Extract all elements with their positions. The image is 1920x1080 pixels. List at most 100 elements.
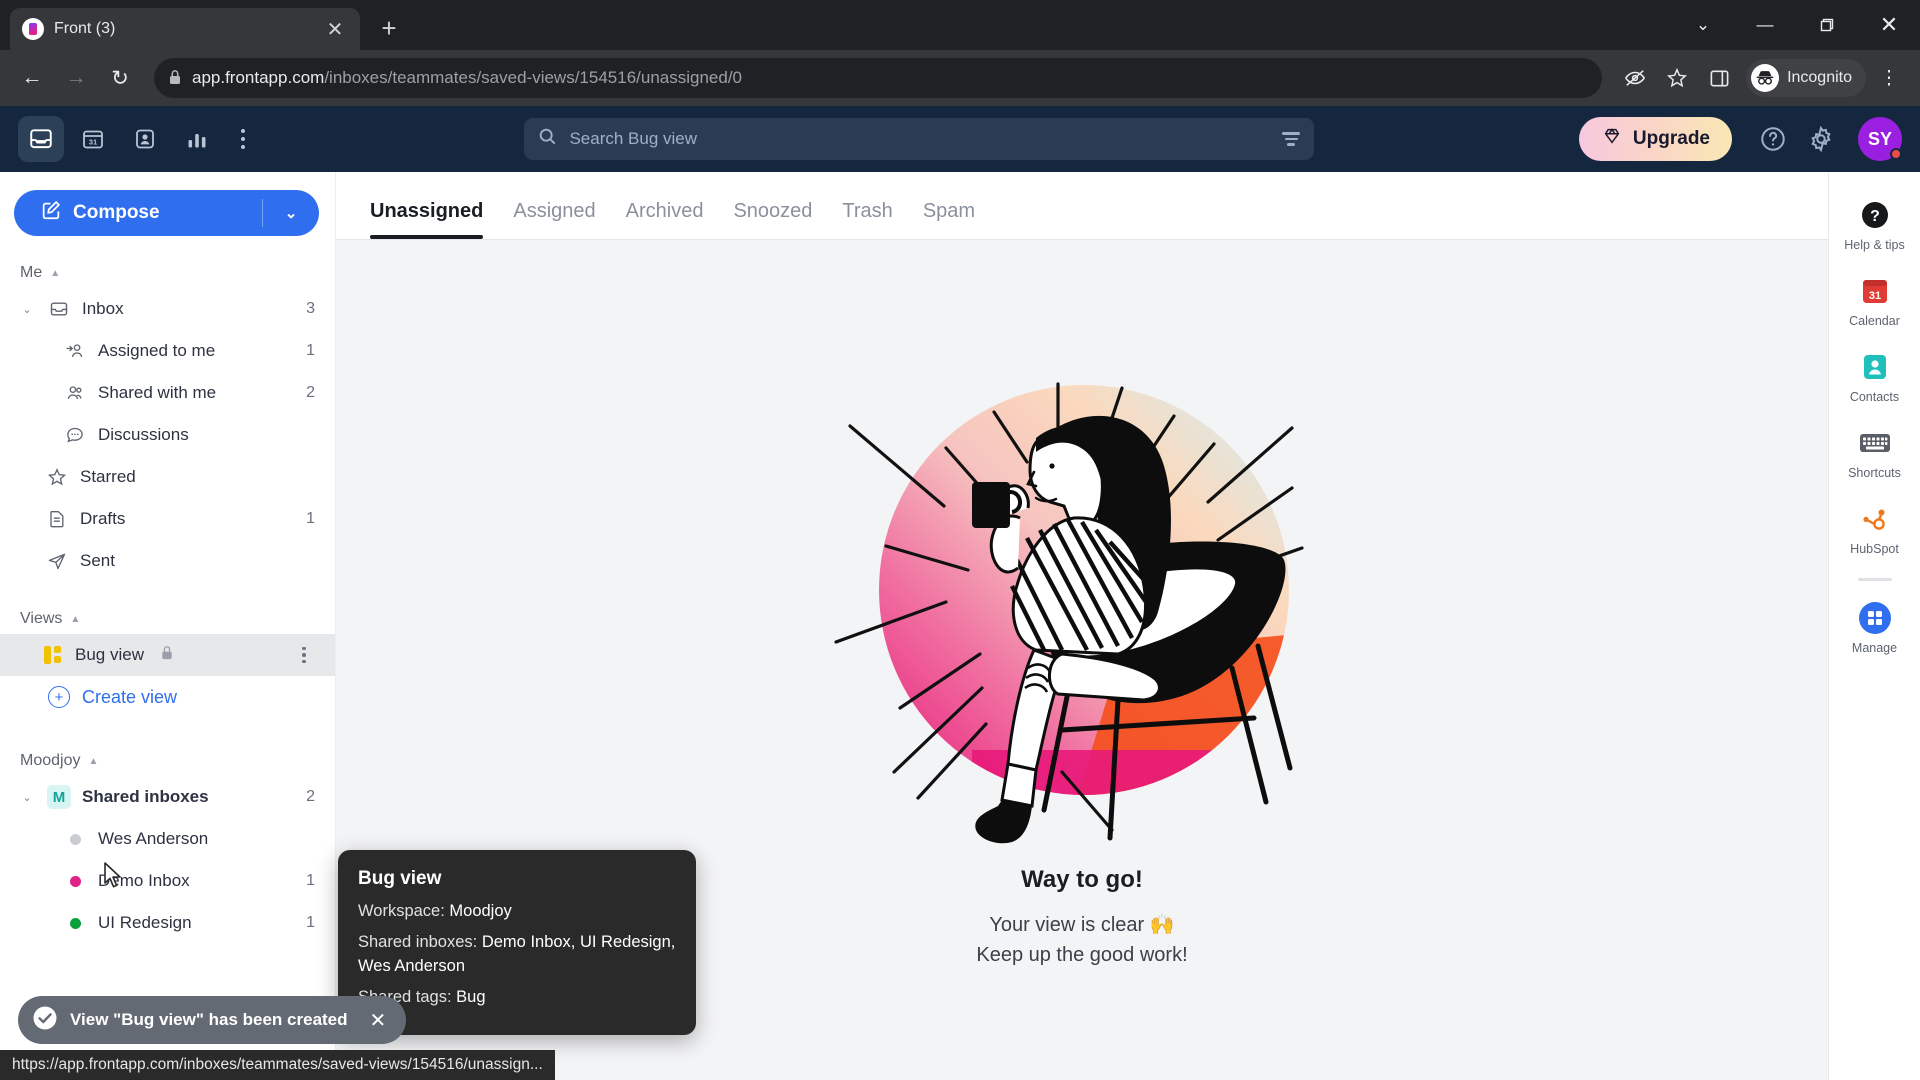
right-rail: ? Help & tips 31 Calendar Contacts Short… — [1828, 172, 1920, 1080]
sidebar-item-shared-inboxes[interactable]: ⌄ M Shared inboxes 2 — [0, 776, 335, 818]
rail-item-manage[interactable]: Manage — [1829, 591, 1920, 663]
sidebar-item-starred[interactable]: Starred — [0, 456, 335, 498]
section-header-views[interactable]: Views ▲ — [0, 604, 335, 634]
compose-button[interactable]: Compose ⌄ — [14, 190, 319, 236]
browser-tab-title: Front (3) — [54, 20, 116, 37]
bookmark-star-icon[interactable] — [1658, 59, 1696, 97]
app-nav-calendar[interactable]: 31 — [70, 116, 116, 162]
sidebar-item-wes-anderson[interactable]: Wes Anderson — [0, 818, 335, 860]
tab-assigned[interactable]: Assigned — [513, 200, 595, 239]
chevron-down-icon[interactable]: ⌄ — [18, 303, 36, 316]
app-body: Compose ⌄ Me ▲ ⌄ Inbox 3 Assigned to me … — [0, 172, 1920, 1080]
rail-item-calendar[interactable]: 31 Calendar — [1829, 264, 1920, 336]
sidebar-item-label: Shared with me — [98, 383, 217, 402]
svg-text:31: 31 — [1868, 290, 1880, 302]
gear-icon[interactable] — [1800, 118, 1842, 160]
section-title: Views — [20, 610, 63, 627]
chevron-down-icon[interactable]: ⌄ — [18, 791, 36, 804]
address-bar[interactable]: app.frontapp.com/inboxes/teammates/saved… — [154, 58, 1603, 98]
empty-state-line2: Keep up the good work! — [976, 944, 1188, 966]
upgrade-button[interactable]: Upgrade — [1578, 117, 1732, 161]
sidebar-item-shared-with-me[interactable]: Shared with me 2 — [0, 372, 335, 414]
new-tab-button[interactable]: + — [370, 9, 408, 47]
filter-icon[interactable] — [1282, 132, 1301, 146]
sidebar-item-label: Shared inboxes — [82, 787, 209, 806]
create-view-button[interactable]: + Create view — [0, 676, 335, 718]
close-icon[interactable]: ✕ — [370, 1008, 387, 1033]
browser-tab[interactable]: Front (3) ✕ — [10, 8, 360, 50]
sidebar-item-drafts[interactable]: Drafts 1 — [0, 498, 335, 540]
sidebar-item-bug-view[interactable]: Bug view — [0, 634, 335, 676]
tooltip-inboxes-label: Shared inboxes: — [358, 932, 482, 951]
tab-archived[interactable]: Archived — [626, 200, 704, 239]
tab-snoozed[interactable]: Snoozed — [733, 200, 812, 239]
sidebar-item-ui-redesign[interactable]: UI Redesign 1 — [0, 902, 335, 944]
close-icon[interactable]: ✕ — [322, 16, 348, 42]
app-nav-analytics[interactable] — [174, 116, 220, 162]
divider — [1857, 578, 1892, 581]
maximize-icon[interactable] — [1796, 0, 1858, 50]
front-logo-icon — [22, 18, 44, 40]
view-columns-icon — [44, 646, 61, 664]
rail-item-label: Help & tips — [1844, 238, 1905, 252]
shared-people-icon — [62, 383, 88, 403]
help-circle-icon[interactable] — [1752, 118, 1794, 160]
compose-pencil-icon — [40, 199, 62, 227]
unread-count: 2 — [306, 788, 315, 805]
sidebar-item-inbox[interactable]: ⌄ Inbox 3 — [0, 288, 335, 330]
sidebar: Compose ⌄ Me ▲ ⌄ Inbox 3 Assigned to me … — [0, 172, 336, 1080]
sidebar-item-demo-inbox[interactable]: Demo Inbox 1 — [0, 860, 335, 902]
tab-trash[interactable]: Trash — [842, 200, 892, 239]
app-nav-contacts[interactable] — [122, 116, 168, 162]
rail-item-label: Manage — [1851, 641, 1898, 655]
rail-item-shortcuts[interactable]: Shortcuts — [1829, 416, 1920, 488]
browser-menu-icon[interactable]: ⋮ — [1870, 59, 1908, 97]
tab-unassigned[interactable]: Unassigned — [370, 200, 484, 239]
front-app: 31 Search Bug view Upgrade SY Compose ⌄ … — [0, 106, 1920, 1080]
minimize-icon[interactable]: — — [1734, 0, 1796, 50]
side-panel-icon[interactable] — [1700, 59, 1738, 97]
rail-item-help-tips[interactable]: ? Help & tips — [1829, 188, 1920, 260]
third-party-cookies-blocked-icon[interactable] — [1616, 59, 1654, 97]
section-header-moodjoy[interactable]: Moodjoy ▲ — [0, 746, 335, 776]
calendar-31-icon: 31 — [1858, 274, 1892, 308]
unread-count: 1 — [306, 510, 315, 527]
contacts-person-icon — [1858, 350, 1892, 384]
rail-item-contacts[interactable]: Contacts — [1829, 340, 1920, 412]
tooltip-workspace: Workspace: Moodjoy — [358, 900, 676, 924]
rail-item-label: Shortcuts — [1848, 466, 1901, 480]
tooltip-title: Bug view — [358, 868, 442, 889]
sidebar-item-label: Drafts — [80, 509, 126, 528]
app-nav-inbox[interactable] — [18, 116, 64, 162]
close-window-icon[interactable]: ✕ — [1858, 0, 1920, 50]
sidebar-item-assigned-to-me[interactable]: Assigned to me 1 — [0, 330, 335, 372]
search-area: Search Bug view — [266, 118, 1573, 160]
avatar[interactable]: SY — [1858, 117, 1902, 161]
sidebar-item-sent[interactable]: Sent — [0, 540, 335, 582]
inbox-color-dot — [62, 875, 88, 887]
tab-spam[interactable]: Spam — [923, 200, 975, 239]
section-title: Moodjoy — [20, 752, 81, 769]
search-input[interactable]: Search Bug view — [524, 118, 1315, 160]
kebab-menu-icon[interactable] — [293, 646, 315, 664]
chevron-down-icon[interactable]: ⌄ — [263, 204, 319, 222]
chevron-up-icon: ▲ — [88, 755, 99, 767]
section-header-me[interactable]: Me ▲ — [0, 258, 335, 288]
chevron-down-icon[interactable]: ⌄ — [1672, 0, 1734, 50]
empty-state-body: Your view is clear 🙌 Keep up the good wo… — [976, 910, 1187, 970]
forward-button[interactable]: → — [56, 58, 96, 98]
rail-item-hubspot[interactable]: HubSpot — [1829, 492, 1920, 564]
check-circle-icon — [32, 1005, 58, 1036]
incognito-indicator[interactable]: Incognito — [1746, 59, 1866, 97]
lock-icon — [160, 645, 283, 665]
empty-state-heading: Way to go! — [1021, 866, 1143, 893]
rail-item-label: Contacts — [1849, 390, 1900, 404]
toast-message: View "Bug view" has been created — [70, 1010, 348, 1029]
back-button[interactable]: ← — [12, 58, 52, 98]
create-view-label: Create view — [82, 686, 178, 707]
sidebar-item-label: Discussions — [98, 425, 189, 444]
reload-button[interactable]: ↻ — [100, 58, 140, 98]
more-options-icon[interactable] — [226, 116, 260, 162]
incognito-label: Incognito — [1787, 69, 1852, 86]
sidebar-item-discussions[interactable]: Discussions — [0, 414, 335, 456]
